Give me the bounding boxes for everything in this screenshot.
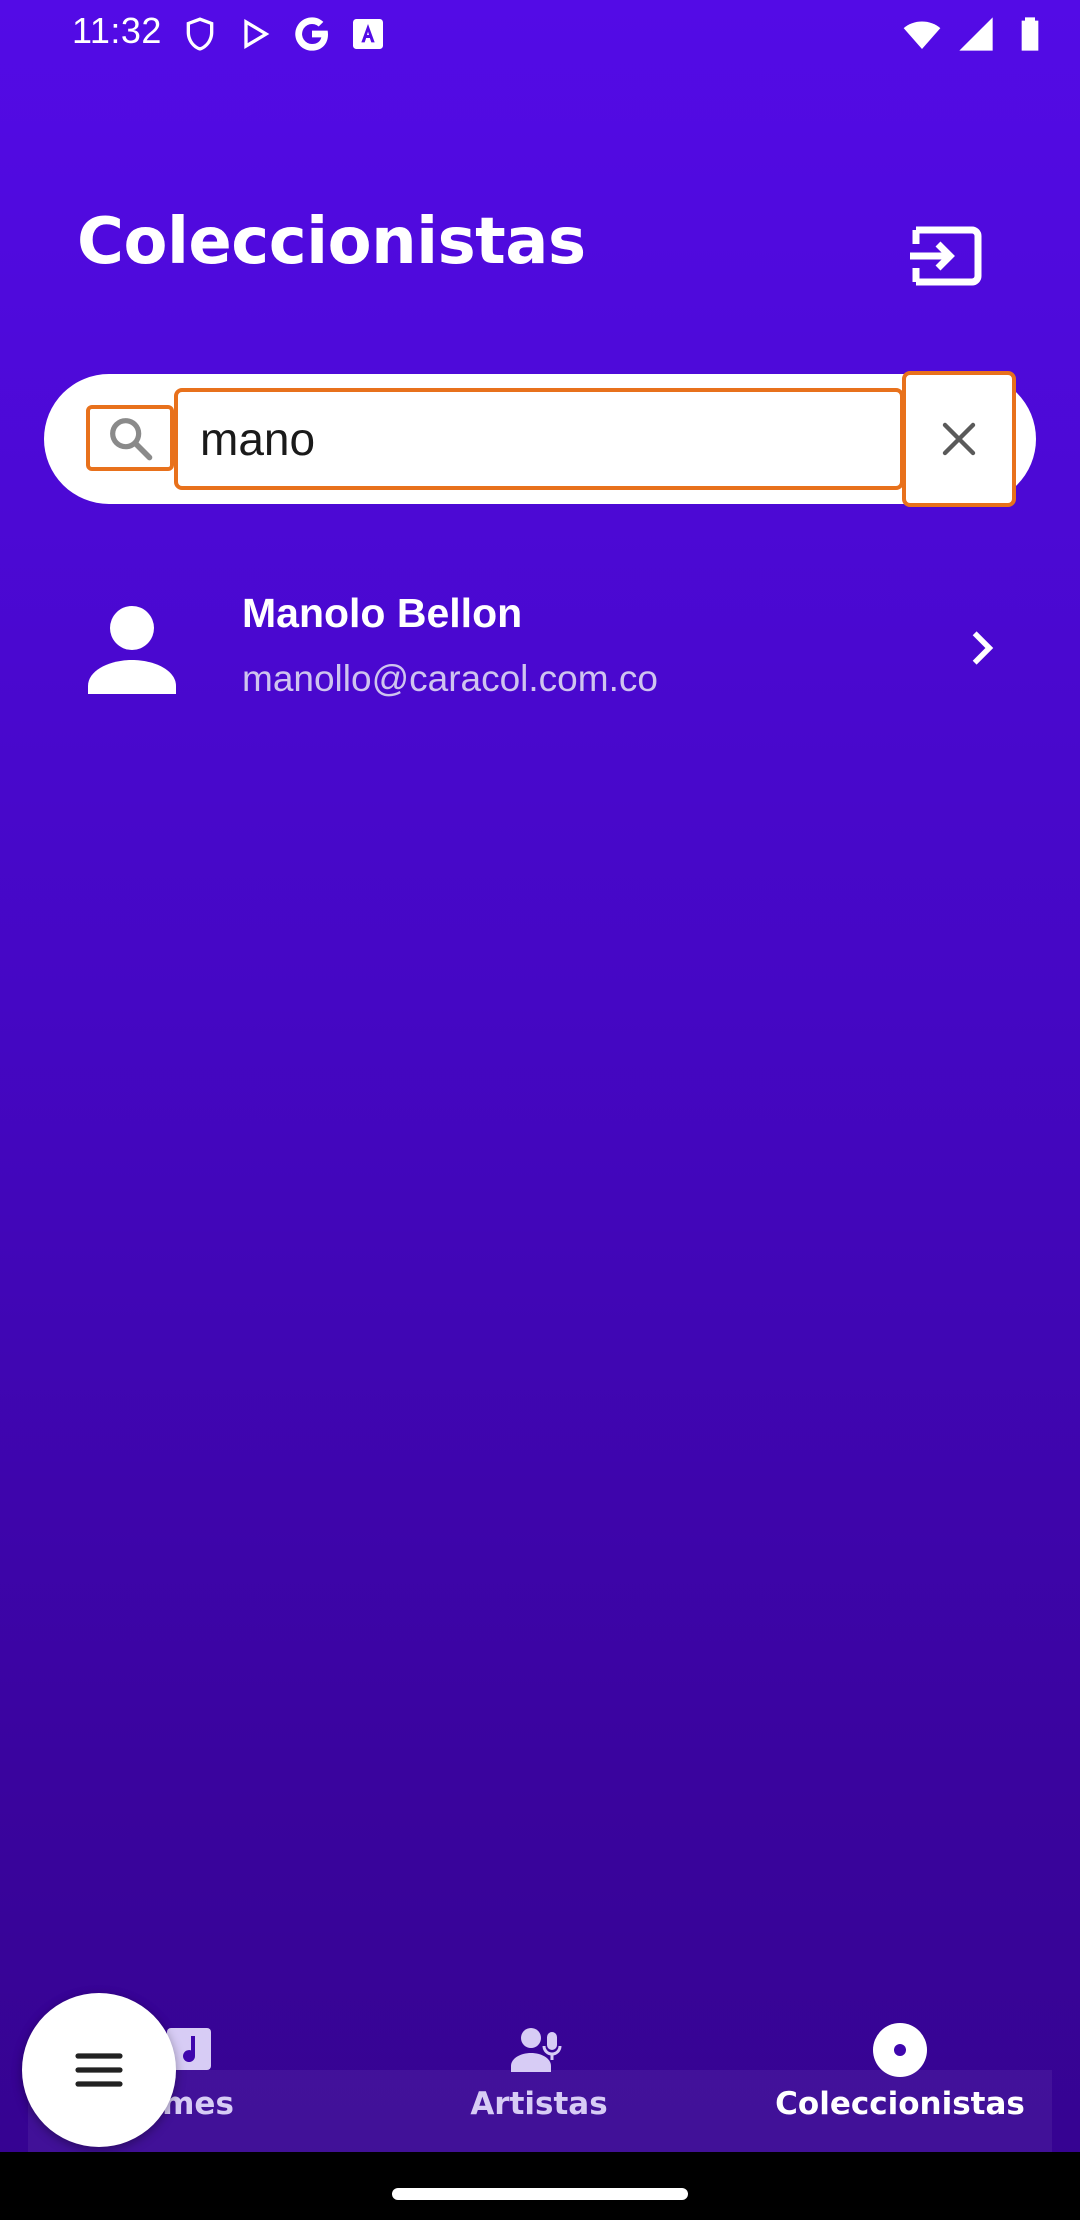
nav-label-artists: Artistas	[470, 2086, 608, 2122]
google-icon	[295, 17, 328, 51]
collector-list-item[interactable]: Manolo Bellon manollo@caracol.com.co	[0, 570, 1080, 730]
collector-name: Manolo Bellon	[242, 590, 523, 636]
person-icon	[88, 606, 176, 694]
nav-label-collectors: Coleccionistas	[775, 2086, 1025, 2122]
status-bar: 11:32	[0, 0, 1080, 66]
nav-item-artists[interactable]: Artistas	[444, 2022, 634, 2152]
collector-icon	[873, 2023, 927, 2077]
page-title: Coleccionistas	[77, 205, 586, 279]
search-icon	[110, 418, 153, 461]
status-time: 11:32	[72, 10, 162, 51]
chevron-right-icon	[972, 631, 994, 665]
close-icon	[942, 422, 976, 456]
logout-button[interactable]	[904, 210, 990, 296]
nav-item-collectors[interactable]: Coleccionistas	[760, 2022, 1040, 2152]
wifi-icon	[903, 21, 941, 49]
menu-fab-button[interactable]	[22, 1993, 176, 2147]
battery-icon	[1021, 17, 1039, 51]
shield-icon	[186, 17, 214, 51]
search-input[interactable]	[174, 388, 904, 490]
clear-search-button[interactable]	[902, 371, 1016, 507]
cell-signal-icon	[959, 17, 993, 51]
artist-icon	[511, 2028, 562, 2072]
status-right-icons	[902, 14, 1050, 54]
menu-icon	[75, 2053, 123, 2087]
collector-email: manollo@caracol.com.co	[242, 658, 658, 699]
logout-icon	[910, 226, 982, 286]
font-icon	[353, 19, 383, 49]
play-store-icon	[244, 19, 270, 49]
system-nav-bar	[0, 2152, 1080, 2220]
search-icon-box[interactable]	[86, 405, 174, 471]
home-indicator[interactable]	[392, 2188, 688, 2200]
status-left-icons	[180, 14, 388, 54]
